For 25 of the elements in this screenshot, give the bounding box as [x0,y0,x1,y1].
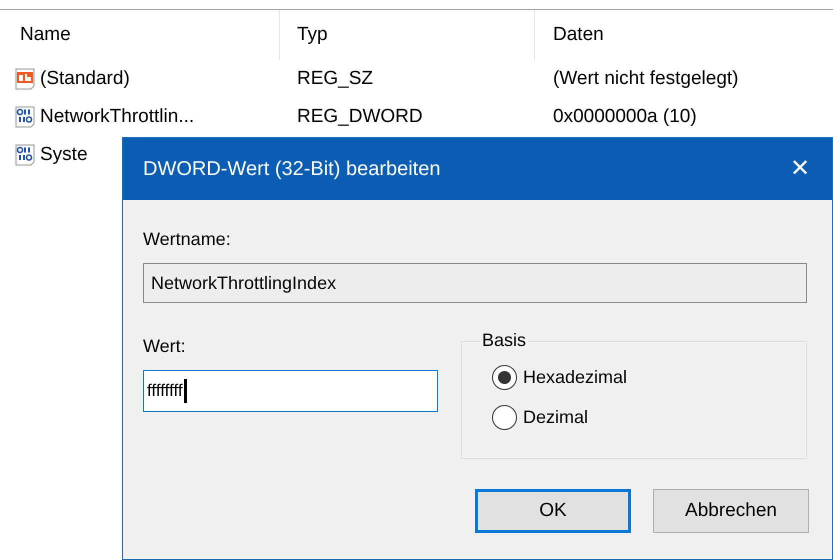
value-name: Syste [40,142,88,167]
radio-label[interactable]: Hexadezimal [523,364,628,391]
value-name: (Standard) [40,66,130,91]
column-header[interactable]: Daten [553,20,604,50]
field-label: Wert: [143,335,187,358]
column-header[interactable]: Name [20,20,71,50]
dialog-button[interactable]: Abbrechen [653,489,809,533]
column-header[interactable]: Typ [297,20,328,50]
value-name: NetworkThrottlin... [40,104,194,129]
value-type: REG_SZ [297,68,374,89]
radio-button[interactable] [492,405,517,430]
value-field[interactable]: ffffffff [143,370,438,412]
radio-button[interactable] [492,365,517,390]
binary-value-icon [14,143,36,167]
dialog-button[interactable]: OK [475,489,631,533]
name-field[interactable]: NetworkThrottlingIndex [143,263,807,303]
close-button[interactable]: ✕ [790,157,810,181]
value-data: 0x0000000a (10) [553,106,697,127]
value-data: (Wert nicht festgelegt) [553,68,739,89]
radio-label[interactable]: Dezimal [523,404,588,431]
field-label: Wertname: [143,228,232,251]
dialog-title: DWORD-Wert (32-Bit) bearbeiten [143,157,440,182]
binary-value-icon [14,105,36,129]
value-type: REG_DWORD [297,106,423,127]
string-value-icon [14,67,36,91]
